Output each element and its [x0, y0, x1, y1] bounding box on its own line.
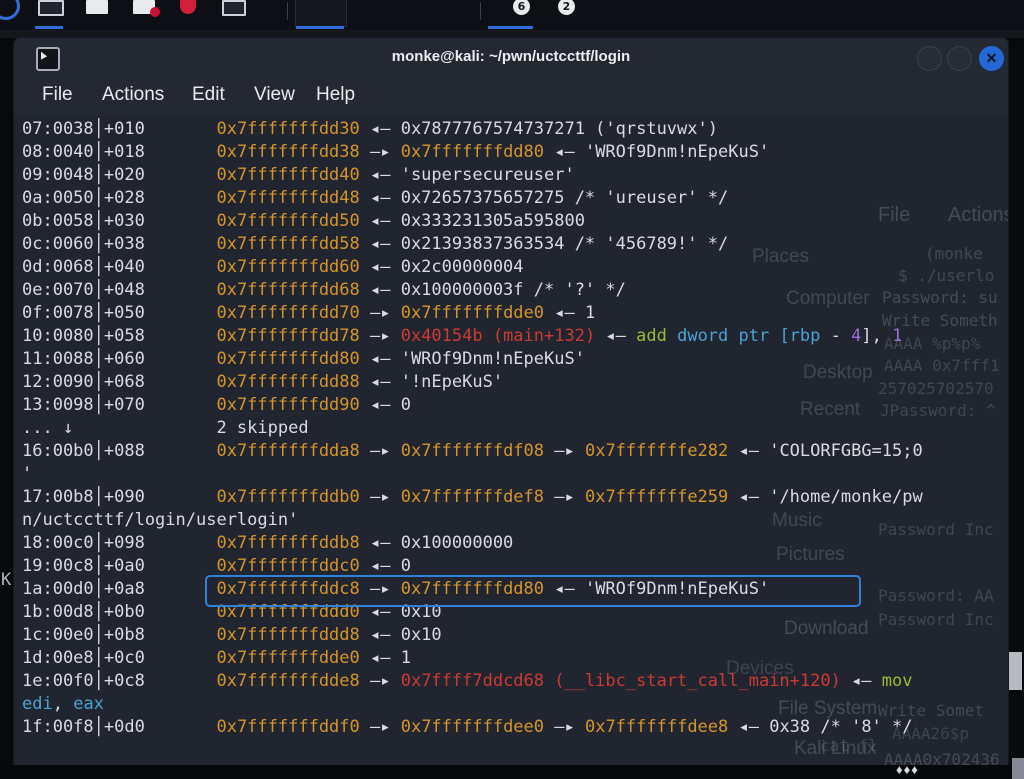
taskbar-window-icon[interactable]: [38, 0, 64, 16]
terminal-line: 0f:0078│+050 0x7fffffffdd70 —▸ 0x7ffffff…: [22, 302, 923, 325]
close-button[interactable]: ✕: [979, 46, 1004, 71]
taskbar-document-icon[interactable]: [86, 0, 108, 14]
terminal-line: 0e:0070│+048 0x7fffffffdd68 ◂— 0x1000000…: [22, 279, 923, 302]
ghost-text: Actions: [948, 204, 1008, 227]
terminal-line: 08:0040│+018 0x7fffffffdd38 —▸ 0x7ffffff…: [22, 141, 923, 164]
terminal-line: 1f:00f8│+0d0 0x7fffffffddf0 —▸ 0x7ffffff…: [22, 716, 923, 739]
workspace-badge-6[interactable]: 6: [513, 0, 530, 15]
stack-row-highlight-box: [205, 575, 861, 607]
background-window-edge: [1012, 758, 1024, 779]
terminal-line: 18:00c0│+098 0x7fffffffddb8 ◂— 0x1000000…: [22, 532, 923, 555]
desktop: { "taskbar": { "badge1": "6", "badge2": …: [0, 0, 1024, 779]
stack-dump: 07:0038│+010 0x7fffffffdd30 ◂— 0x7877767…: [22, 118, 923, 739]
taskbar-app-icon[interactable]: [0, 0, 20, 20]
terminal-line: 1c:00e0│+0b8 0x7fffffffddd8 ◂— 0x10: [22, 624, 923, 647]
menu-actions[interactable]: Actions: [102, 84, 164, 106]
taskbar-active-indicator: [35, 26, 63, 29]
background-diamonds: ♦♦♦: [896, 762, 919, 777]
menu-file[interactable]: File: [42, 84, 73, 106]
terminal-window: monke@kali: ~/pwn/uctccttf/login ✕ File …: [14, 38, 1008, 765]
titlebar[interactable]: monke@kali: ~/pwn/uctccttf/login ✕: [14, 38, 1008, 78]
terminal-line: 0c:0060│+038 0x7fffffffdd58 ◂— 0x2139383…: [22, 233, 923, 256]
window-title: monke@kali: ~/pwn/uctccttf/login: [14, 48, 1008, 65]
taskbar-separator: [287, 2, 288, 20]
maximize-button[interactable]: [947, 46, 972, 71]
taskbar-active-indicator: [488, 26, 533, 29]
terminal-line: 0d:0068│+040 0x7fffffffdd60 ◂— 0x2c00000…: [22, 256, 923, 279]
taskbar-document-badge-icon[interactable]: [133, 0, 155, 14]
terminal-line: 13:0098│+070 0x7fffffffdd90 ◂— 0: [22, 394, 923, 417]
terminal-output[interactable]: FileActions(monke$ ./userloPassword: suW…: [14, 116, 1008, 765]
terminal-line: 10:0080│+058 0x7fffffffdd78 —▸ 0x40154b …: [22, 325, 923, 348]
ghost-text: (monke: [925, 244, 983, 263]
terminal-line: 0b:0058│+030 0x7fffffffdd50 ◂— 0x3332313…: [22, 210, 923, 233]
background-letter: K: [1, 570, 11, 590]
desktop-background: [0, 765, 1024, 779]
taskbar-active-indicator: [296, 26, 344, 29]
taskbar-tab[interactable]: [295, 0, 347, 27]
terminal-line: edi, eax: [22, 693, 923, 716]
terminal-line: 0a:0050│+028 0x7fffffffdd48 ◂— 0x7265737…: [22, 187, 923, 210]
terminal-line: 1e:00f0│+0c8 0x7fffffffdde8 —▸ 0x7ffff7d…: [22, 670, 923, 693]
terminal-line: 17:00b8│+090 0x7fffffffddb0 —▸ 0x7ffffff…: [22, 486, 923, 509]
terminal-line: 12:0090│+068 0x7fffffffdd88 ◂— '!nEpeKuS…: [22, 371, 923, 394]
terminal-line: ': [22, 463, 923, 486]
terminal-line: 07:0038│+010 0x7fffffffdd30 ◂— 0x7877767…: [22, 118, 923, 141]
terminal-line: 09:0048│+020 0x7fffffffdd40 ◂— 'supersec…: [22, 164, 923, 187]
notification-badge: [150, 7, 160, 17]
workspace-badge-2[interactable]: 2: [558, 0, 575, 15]
top-taskbar: 6 2: [0, 0, 1024, 30]
minimize-button[interactable]: [917, 46, 942, 71]
terminal-line: 11:0088│+060 0x7fffffffdd80 ◂— 'WROf9Dnm…: [22, 348, 923, 371]
taskbar-red-icon[interactable]: [180, 0, 196, 14]
menu-view[interactable]: View: [254, 84, 295, 106]
desktop-background: [0, 30, 1024, 38]
menubar: File Actions Edit View Help: [14, 78, 1008, 116]
ghost-text: Kali Linux: [794, 738, 876, 760]
terminal-line: ... ↓ 2 skipped: [22, 417, 923, 440]
menu-edit[interactable]: Edit: [192, 84, 225, 106]
terminal-line: n/uctccttf/login/userlogin': [22, 509, 923, 532]
background-scrollbar: [1009, 652, 1022, 690]
terminal-line: 16:00b0│+088 0x7fffffffdda8 —▸ 0x7ffffff…: [22, 440, 923, 463]
terminal-line: 1d:00e8│+0c0 0x7fffffffdde0 ◂— 1: [22, 647, 923, 670]
taskbar-separator: [480, 2, 481, 20]
menu-help[interactable]: Help: [316, 84, 355, 106]
taskbar-terminal-icon[interactable]: [222, 0, 246, 16]
